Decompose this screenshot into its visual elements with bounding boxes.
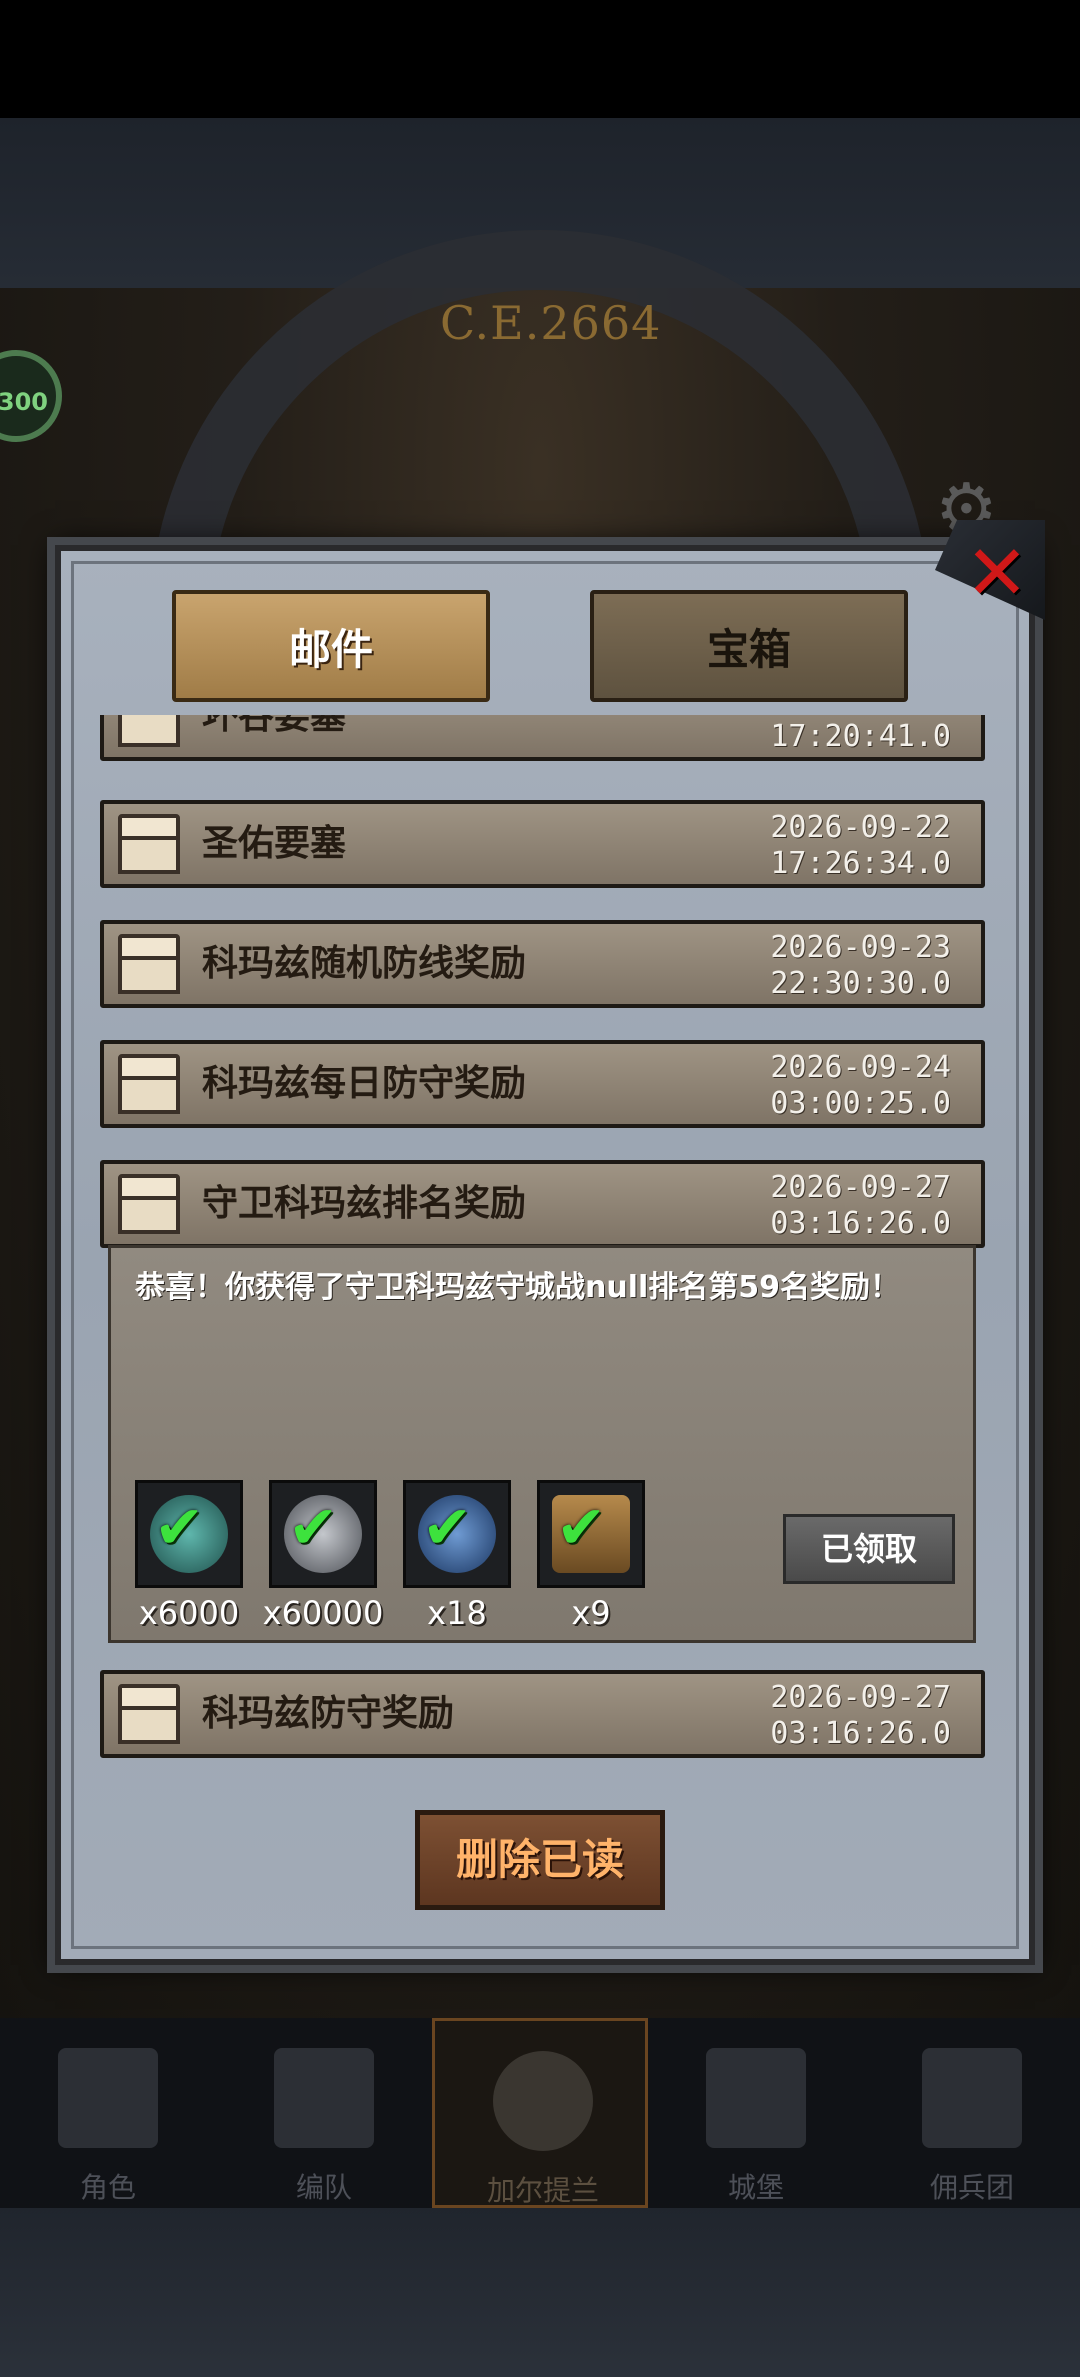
nav-label: 佣兵团 bbox=[929, 2171, 1014, 2204]
mail-chest-icon bbox=[110, 1050, 190, 1120]
mail-title: 坏谷要塞 bbox=[202, 715, 347, 737]
mail-item[interactable]: 科玛兹每日防守奖励 2026-09-24 03:00:25.0 bbox=[100, 1040, 985, 1128]
nav-galtiran[interactable]: 加尔提兰 bbox=[432, 2018, 648, 2208]
castle-icon bbox=[706, 2048, 806, 2148]
bottom-nav: 角色 编队 加尔提兰 城堡 佣兵团 bbox=[0, 2018, 1080, 2208]
mail-chest-icon bbox=[110, 930, 190, 1000]
mail-message: 恭喜！你获得了守卫科玛兹守城战null排名第59名奖励！ bbox=[135, 1270, 901, 1305]
mail-time: 03:16:26.0 bbox=[770, 1716, 951, 1751]
mail-date: 2026-09-24 bbox=[770, 1050, 951, 1085]
mail-detail-panel: 恭喜！你获得了守卫科玛兹守城战null排名第59名奖励！ ✔ x6000 ✔ x… bbox=[108, 1245, 976, 1643]
helmet-icon bbox=[274, 2048, 374, 2148]
reward-slot[interactable]: ✔ bbox=[537, 1480, 645, 1588]
mail-chest-icon bbox=[110, 810, 190, 880]
mail-title: 科玛兹防守奖励 bbox=[202, 1693, 455, 1734]
mail-date: 2026-09-27 bbox=[770, 1680, 951, 1715]
mail-title: 科玛兹每日防守奖励 bbox=[202, 1063, 527, 1104]
status-bar bbox=[0, 0, 1080, 118]
era-label: C.E.2664 bbox=[440, 296, 662, 350]
tab-chest[interactable]: 宝箱 bbox=[590, 590, 908, 702]
nav-label: 角色 bbox=[79, 2171, 136, 2204]
tab-mail[interactable]: 邮件 bbox=[172, 590, 490, 702]
close-icon[interactable]: ✕ bbox=[962, 535, 1032, 611]
mail-date: 2026-09-27 bbox=[770, 1170, 951, 1205]
delete-read-button[interactable]: 删除已读 bbox=[415, 1810, 665, 1910]
mail-item[interactable]: 圣佑要塞 2026-09-22 17:26:34.0 bbox=[100, 800, 985, 888]
checkmark-icon: ✔ bbox=[154, 1493, 205, 1563]
mail-date: 2026-09-22 bbox=[770, 810, 951, 845]
reward-slot[interactable]: ✔ bbox=[135, 1480, 243, 1588]
bottom-background bbox=[0, 2208, 1080, 2377]
mail-time: 03:16:26.0 bbox=[770, 1206, 951, 1241]
nav-label: 编队 bbox=[295, 2171, 352, 2204]
mail-item[interactable]: 科玛兹防守奖励 2026-09-27 03:16:26.0 bbox=[100, 1670, 985, 1758]
reward-qty: x6000 bbox=[138, 1594, 240, 1632]
mail-time: 03:00:25.0 bbox=[770, 1086, 951, 1121]
nav-label: 加尔提兰 bbox=[486, 2174, 599, 2207]
mail-title: 科玛兹随机防线奖励 bbox=[202, 943, 527, 984]
checkmark-icon: ✔ bbox=[556, 1493, 607, 1563]
mail-chest-icon bbox=[110, 1170, 190, 1240]
reward-qty: x18 bbox=[427, 1594, 487, 1632]
mail-title: 守卫科玛兹排名奖励 bbox=[202, 1183, 527, 1224]
mail-item[interactable]: 坏谷要塞 17:20:41.0 bbox=[100, 715, 985, 761]
mail-time: 17:26:34.0 bbox=[770, 846, 951, 881]
ship-icon bbox=[922, 2048, 1022, 2148]
mail-chest-icon bbox=[110, 715, 190, 753]
reward-qty: x9 bbox=[571, 1594, 611, 1632]
mail-item[interactable]: 科玛兹随机防线奖励 2026-09-23 22:30:30.0 bbox=[100, 920, 985, 1008]
mail-title: 圣佑要塞 bbox=[202, 823, 347, 864]
mail-list[interactable]: 坏谷要塞 17:20:41.0 圣佑要塞 2026-09-22 17:26:34… bbox=[100, 715, 985, 1775]
checkmark-icon: ✔ bbox=[422, 1493, 473, 1563]
claimed-button[interactable]: 已领取 bbox=[783, 1514, 955, 1584]
mail-item-expanded[interactable]: 守卫科玛兹排名奖励 2026-09-27 03:16:26.0 bbox=[100, 1160, 985, 1248]
knight-icon bbox=[58, 2048, 158, 2148]
mail-chest-icon bbox=[110, 1680, 190, 1750]
reward-slot[interactable]: ✔ bbox=[269, 1480, 377, 1588]
mail-time: 22:30:30.0 bbox=[770, 966, 951, 1001]
reward-slot[interactable]: ✔ bbox=[403, 1480, 511, 1588]
reward-qty: x60000 bbox=[262, 1594, 384, 1632]
mail-date: 2026-09-23 bbox=[770, 930, 951, 965]
mail-time: 17:20:41.0 bbox=[770, 719, 951, 754]
nav-castle[interactable]: 城堡 bbox=[648, 2018, 864, 2208]
checkmark-icon: ✔ bbox=[288, 1493, 339, 1563]
nav-label: 城堡 bbox=[727, 2171, 784, 2204]
nav-formation[interactable]: 编队 bbox=[216, 2018, 432, 2208]
nav-mercenary[interactable]: 佣兵团 bbox=[864, 2018, 1080, 2208]
globe-icon bbox=[493, 2051, 593, 2151]
nav-character[interactable]: 角色 bbox=[0, 2018, 216, 2208]
